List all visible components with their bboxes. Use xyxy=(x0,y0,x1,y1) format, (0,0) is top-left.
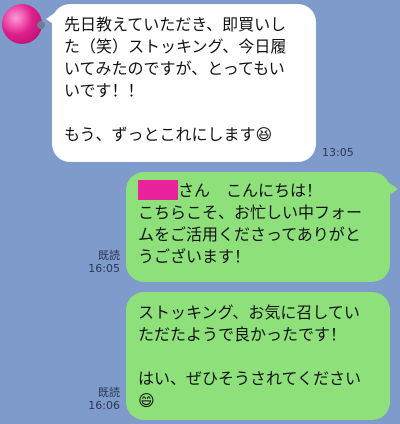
message-line: た（笑）ストッキング、今日履 xyxy=(64,37,287,56)
message-line: ただたようで良かったです！ xyxy=(138,325,347,344)
message-line: ストッキング、お気に召してい xyxy=(138,303,360,322)
message-line: いてみたのですが、とってもい xyxy=(64,59,285,78)
laughing-emoji-icon: 😆 xyxy=(255,125,273,144)
message-line: いです！！ xyxy=(64,81,144,100)
redacted-name xyxy=(138,180,178,200)
message-line: もう、ずっとこれにします xyxy=(64,125,256,144)
greeting-text: さん こんにちは！ xyxy=(178,181,323,200)
outgoing-message-bubble[interactable]: さん こんにちは！ こちらこそ、お忙しい中フォー ムをご活用くださってありがと … xyxy=(126,172,390,282)
read-receipt: 既読 16:05 xyxy=(86,249,120,275)
message-line: うございます！ xyxy=(138,247,251,266)
message-timestamp: 16:05 xyxy=(88,262,120,275)
message-line: はい、ぜひそうされてください xyxy=(138,369,362,388)
message-line: ムをご活用くださってありがと xyxy=(138,225,361,244)
message-line: 先日教えていただき、即買いし xyxy=(64,15,287,34)
message-line: こちらこそ、お忙しい中フォー xyxy=(138,203,363,222)
message-timestamp: 16:06 xyxy=(88,399,120,412)
sender-avatar[interactable] xyxy=(2,4,45,44)
read-label: 既読 xyxy=(98,249,120,262)
smiling-emoji-icon: 😄 xyxy=(138,391,155,410)
read-receipt: 既読 16:06 xyxy=(86,386,120,412)
incoming-message-bubble[interactable]: 先日教えていただき、即買いし た（笑）ストッキング、今日履 いてみたのですが、と… xyxy=(52,4,316,162)
read-label: 既読 xyxy=(98,386,120,399)
message-timestamp: 13:05 xyxy=(322,146,354,159)
outgoing-message-bubble[interactable]: ストッキング、お気に召してい ただたようで良かったです！ はい、ぜひそうされてく… xyxy=(126,292,390,420)
